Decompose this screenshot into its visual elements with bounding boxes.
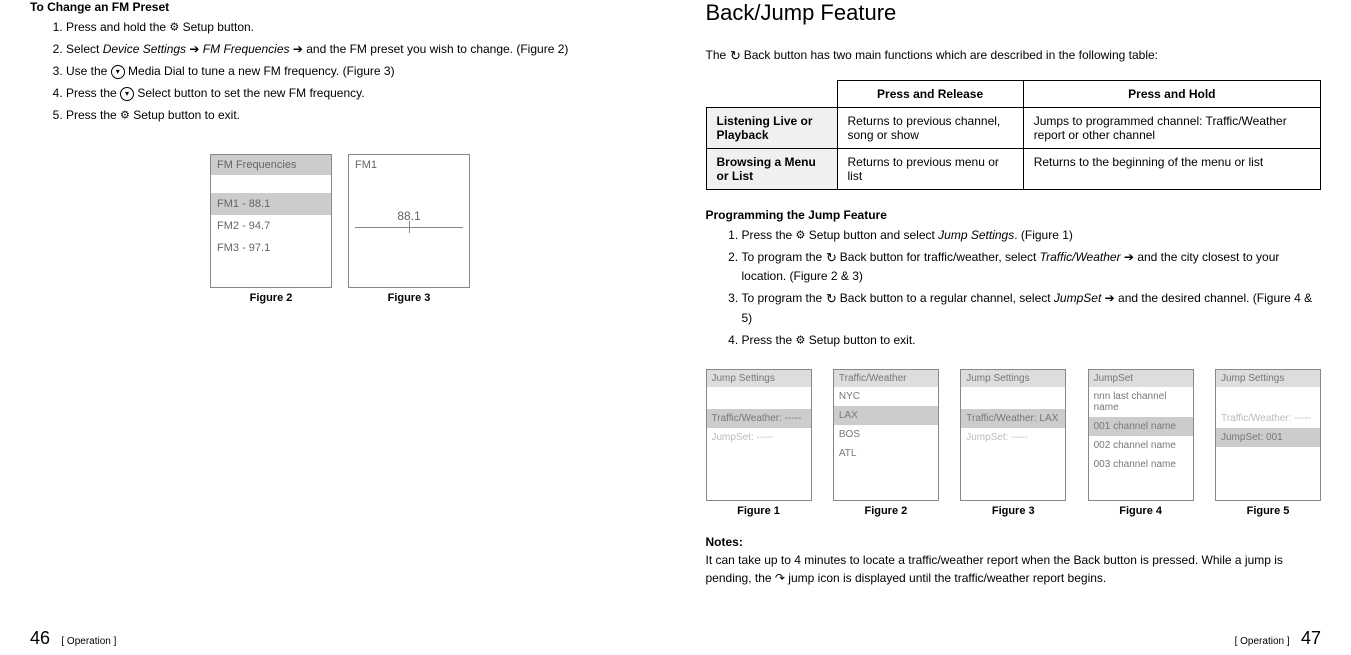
setup-icon: ⚙ bbox=[796, 334, 806, 346]
right-heading: Back/Jump Feature bbox=[706, 0, 1322, 26]
right-figures: Jump SettingsTraffic/Weather: -----JumpS… bbox=[706, 369, 1322, 517]
back-icon: ↺ bbox=[730, 46, 741, 66]
figure-2-screen: FM Frequencies FM1 - 88.1 FM2 - 94.7 FM3… bbox=[210, 154, 332, 288]
figure-label: Figure 3 bbox=[960, 505, 1066, 517]
col-press-hold: Press and Hold bbox=[1023, 80, 1320, 107]
figure-3-right: Jump SettingsTraffic/Weather: LAXJumpSet… bbox=[960, 369, 1066, 517]
setup-icon: ⚙ bbox=[120, 110, 130, 122]
figure-5-screen: Jump SettingsTraffic/Weather: -----JumpS… bbox=[1215, 369, 1321, 501]
jump-icon: ↷ bbox=[775, 571, 785, 585]
right-intro: The ↺ Back button has two main functions… bbox=[706, 46, 1322, 66]
notes-text: It can take up to 4 minutes to locate a … bbox=[706, 551, 1322, 587]
figure-3-screen: Jump SettingsTraffic/Weather: LAXJumpSet… bbox=[960, 369, 1066, 501]
media-dial-icon: ▾ bbox=[111, 65, 125, 79]
row-browsing: Browsing a Menu or List bbox=[706, 148, 837, 189]
figure-2-screen: Traffic/WeatherNYCLAXBOSATL bbox=[833, 369, 939, 501]
right-steps-list: Press the ⚙ Setup button and select Jump… bbox=[706, 226, 1322, 349]
figure-3-screen: FM1 88.1 bbox=[348, 154, 470, 288]
right-step-1: Press the ⚙ Setup button and select Jump… bbox=[742, 226, 1322, 244]
figure-label: Figure 2 bbox=[833, 505, 939, 517]
figure-label: Figure 5 bbox=[1215, 505, 1321, 517]
left-heading: To Change an FM Preset bbox=[30, 0, 646, 14]
footer-left: 46 [ Operation ] bbox=[30, 628, 116, 649]
back-icon: ↺ bbox=[826, 289, 837, 309]
back-icon: ↺ bbox=[826, 248, 837, 268]
left-step-4: Press the ▾ Select button to set the new… bbox=[66, 84, 646, 102]
figure-2-container: FM Frequencies FM1 - 88.1 FM2 - 94.7 FM3… bbox=[210, 154, 332, 304]
figure-label: Figure 1 bbox=[706, 505, 812, 517]
right-step-4: Press the ⚙ Setup button to exit. bbox=[742, 331, 1322, 349]
figure-3-container: FM1 88.1 Figure 3 bbox=[348, 154, 470, 304]
row-listening: Listening Live or Playback bbox=[706, 107, 837, 148]
notes-heading: Notes: bbox=[706, 535, 1322, 549]
figure-2-right: Traffic/WeatherNYCLAXBOSATL Figure 2 bbox=[833, 369, 939, 517]
col-press-release: Press and Release bbox=[837, 80, 1023, 107]
figure-1-right: Jump SettingsTraffic/Weather: -----JumpS… bbox=[706, 369, 812, 517]
figure-3-label: Figure 3 bbox=[348, 292, 470, 304]
right-step-3: To program the ↺ Back button to a regula… bbox=[742, 289, 1322, 327]
figure-2-label: Figure 2 bbox=[210, 292, 332, 304]
figure-5-right: Jump SettingsTraffic/Weather: -----JumpS… bbox=[1215, 369, 1321, 517]
left-step-2: Select Device Settings ➔ FM Frequencies … bbox=[66, 40, 646, 58]
programming-heading: Programming the Jump Feature bbox=[706, 208, 1322, 222]
select-button-icon: ▾ bbox=[120, 87, 134, 101]
figure-4-screen: JumpSetnnn last channel name001 channel … bbox=[1088, 369, 1194, 501]
page-47: Back/Jump Feature The ↺ Back button has … bbox=[676, 0, 1351, 655]
setup-icon: ⚙ bbox=[169, 22, 179, 34]
figure-4-right: JumpSetnnn last channel name001 channel … bbox=[1088, 369, 1194, 517]
left-step-3: Use the ▾ Media Dial to tune a new FM fr… bbox=[66, 62, 646, 80]
figure-1-screen: Jump SettingsTraffic/Weather: -----JumpS… bbox=[706, 369, 812, 501]
feature-table: Press and Release Press and Hold Listeni… bbox=[706, 80, 1322, 190]
page-46: To Change an FM Preset Press and hold th… bbox=[0, 0, 676, 655]
footer-right: [ Operation ] 47 bbox=[1235, 628, 1321, 649]
left-figures: FM Frequencies FM1 - 88.1 FM2 - 94.7 FM3… bbox=[210, 154, 646, 304]
figure-label: Figure 4 bbox=[1088, 505, 1194, 517]
left-step-1: Press and hold the ⚙ Setup button. bbox=[66, 18, 646, 36]
left-steps-list: Press and hold the ⚙ Setup button. Selec… bbox=[30, 18, 646, 124]
left-step-5: Press the ⚙ Setup button to exit. bbox=[66, 106, 646, 124]
setup-icon: ⚙ bbox=[796, 229, 806, 241]
right-step-2: To program the ↺ Back button for traffic… bbox=[742, 248, 1322, 286]
